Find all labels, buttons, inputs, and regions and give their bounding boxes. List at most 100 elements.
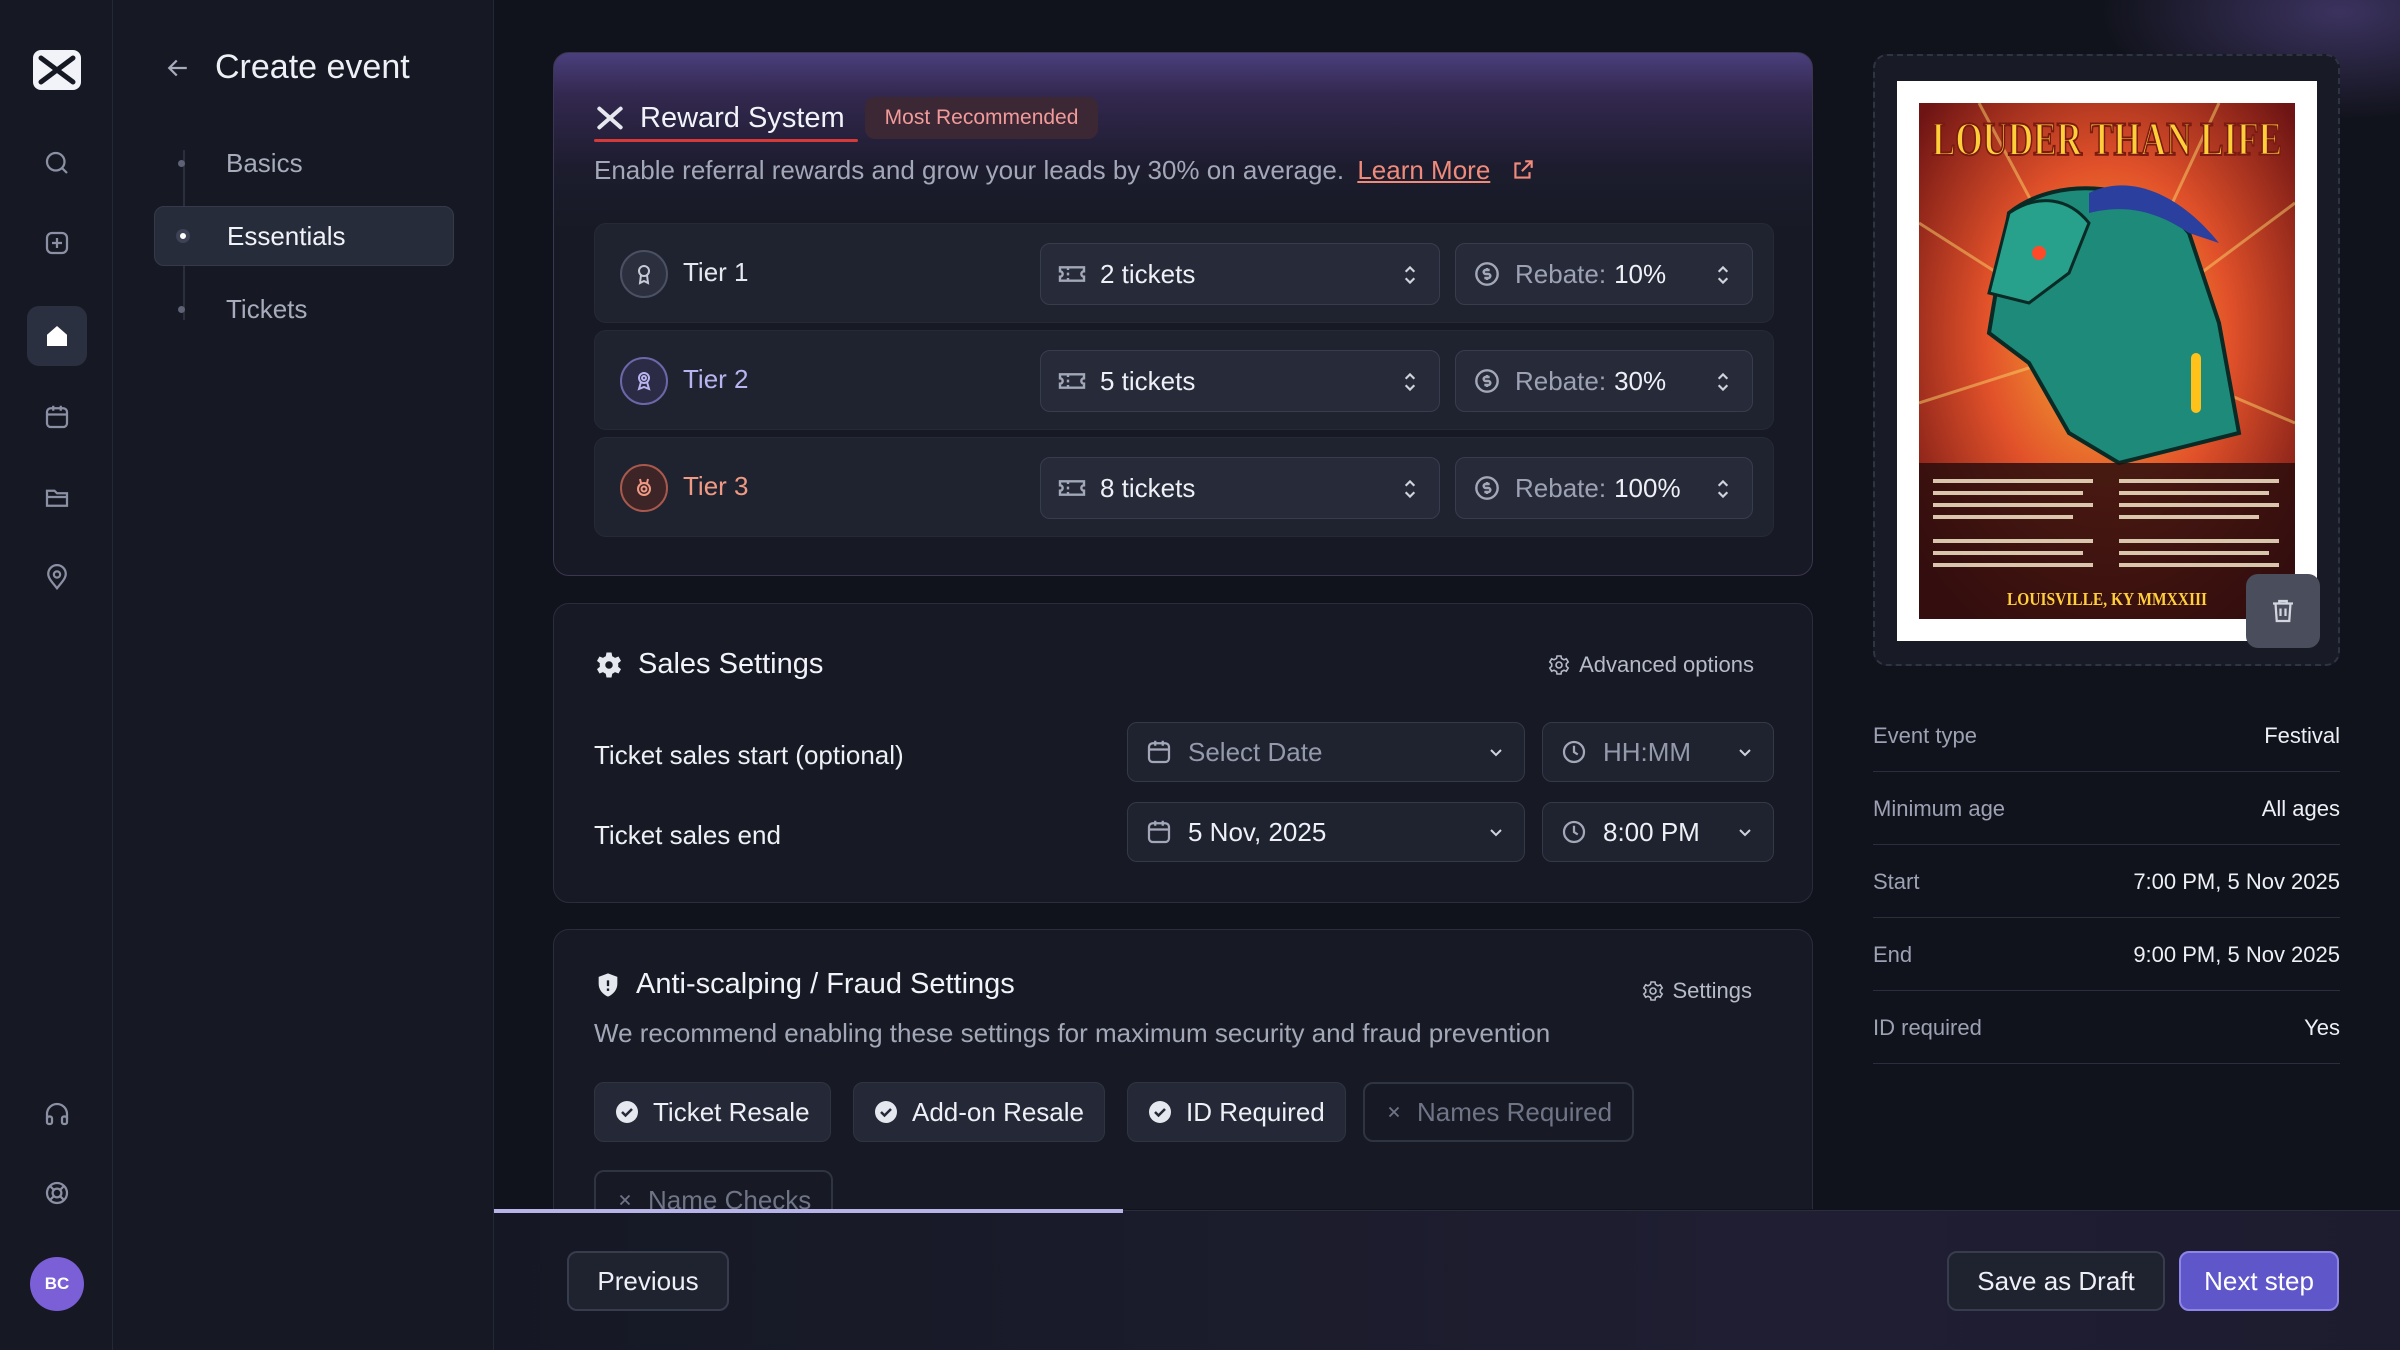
detail-row-event-type: Event type Festival xyxy=(1873,700,2340,772)
fraud-description: We recommend enabling these settings for… xyxy=(594,1018,1551,1048)
rebate-stepper[interactable]: Rebate: 30% xyxy=(1455,350,1753,412)
chevron-down-icon xyxy=(1739,749,1751,757)
rebate-label: Rebate: xyxy=(1515,472,1607,503)
poster-location-art: LOUISVILLE, KY MMXXIII xyxy=(2007,589,2207,609)
chip-addon-resale[interactable]: Add-on Resale xyxy=(853,1082,1105,1142)
lifebuoy-icon[interactable] xyxy=(27,1163,87,1223)
reward-description: Enable referral rewards and grow your le… xyxy=(594,155,1536,186)
fraud-settings-card: Anti-scalping / Fraud Settings Settings … xyxy=(553,929,1813,1230)
external-link-icon[interactable] xyxy=(1510,157,1536,183)
chevron-up-down-icon[interactable] xyxy=(1399,262,1421,288)
step-label: Essentials xyxy=(227,220,346,251)
tickets-stepper[interactable]: 8 tickets xyxy=(1040,457,1440,519)
next-step-button[interactable]: Next step xyxy=(2179,1251,2339,1311)
sales-start-time-select[interactable]: HH:MM xyxy=(1542,722,1774,782)
close-icon xyxy=(619,1194,631,1206)
chevron-up-down-icon[interactable] xyxy=(1399,476,1421,502)
close-icon xyxy=(1388,1106,1400,1118)
sales-start-label: Ticket sales start (optional) xyxy=(594,740,904,770)
tickets-value: 5 tickets xyxy=(1100,365,1196,396)
detail-value: Yes xyxy=(2304,1014,2340,1040)
tickets-stepper[interactable]: 2 tickets xyxy=(1040,243,1440,305)
tickets-value: 2 tickets xyxy=(1100,258,1196,289)
advanced-options-label: Advanced options xyxy=(1579,652,1754,677)
poster-title-art: LOUDER THAN LIFE xyxy=(1932,113,2282,166)
coin-icon xyxy=(1475,476,1499,500)
chip-ticket-resale[interactable]: Ticket Resale xyxy=(594,1082,831,1142)
advanced-options-button[interactable]: Advanced options xyxy=(1547,652,1754,678)
title-underline xyxy=(594,139,858,142)
delete-poster-button[interactable] xyxy=(2246,574,2320,648)
coin-icon xyxy=(1475,369,1499,393)
sales-end-date-value: 5 Nov, 2025 xyxy=(1188,816,1327,847)
tickets-stepper[interactable]: 5 tickets xyxy=(1040,350,1440,412)
fraud-settings-button[interactable]: Settings xyxy=(1641,978,1752,1004)
save-draft-button[interactable]: Save as Draft xyxy=(1947,1251,2165,1311)
tier-row: Tier 3 8 tickets Rebate: 100% xyxy=(594,437,1774,537)
award-icon xyxy=(620,250,668,298)
shield-icon xyxy=(598,972,618,997)
reward-description-text: Enable referral rewards and grow your le… xyxy=(594,155,1345,185)
step-tickets[interactable]: Tickets xyxy=(154,279,454,339)
gear-icon xyxy=(1548,655,1570,675)
chip-label: ID Required xyxy=(1186,1096,1325,1127)
sales-start-date-select[interactable]: Select Date xyxy=(1127,722,1525,782)
recommended-badge: Most Recommended xyxy=(864,97,1099,139)
chip-names-required[interactable]: Names Required xyxy=(1363,1082,1635,1142)
step-label: Basics xyxy=(226,147,303,178)
sales-start-date-value: Select Date xyxy=(1188,736,1323,767)
chevron-up-down-icon[interactable] xyxy=(1712,369,1734,395)
calendar-icon xyxy=(1147,740,1171,764)
chip-label: Names Required xyxy=(1417,1096,1613,1127)
step-basics[interactable]: Basics xyxy=(154,133,454,193)
badge-icon xyxy=(620,357,668,405)
back-arrow-icon[interactable] xyxy=(163,53,193,83)
sales-end-date-select[interactable]: 5 Nov, 2025 xyxy=(1127,802,1525,862)
headphones-icon[interactable] xyxy=(27,1084,87,1144)
previous-button[interactable]: Previous xyxy=(567,1251,729,1311)
tier-label: Tier 2 xyxy=(683,364,749,394)
chip-label: Ticket Resale xyxy=(653,1096,810,1127)
sales-end-time-value: 8:00 PM xyxy=(1603,816,1700,847)
search-icon[interactable] xyxy=(27,133,87,193)
rebate-stepper[interactable]: Rebate: 100% xyxy=(1455,457,1753,519)
rebate-value: 30% xyxy=(1614,365,1667,396)
ticket-icon xyxy=(1058,266,1086,282)
steps-header: Create event xyxy=(163,48,410,87)
check-circle-icon xyxy=(1149,1101,1171,1123)
tier-row: Tier 2 5 tickets Rebate: 30% xyxy=(594,330,1774,430)
reward-header: Reward System Most Recommended xyxy=(594,97,1099,139)
chevron-up-down-icon[interactable] xyxy=(1712,262,1734,288)
plus-square-icon[interactable] xyxy=(27,213,87,273)
detail-key: Minimum age xyxy=(1873,795,2006,821)
tier-row: Tier 1 2 tickets Rebate: 10% xyxy=(594,223,1774,323)
chevron-up-down-icon[interactable] xyxy=(1399,369,1421,395)
calendar-icon xyxy=(1147,820,1171,844)
chevron-up-down-icon[interactable] xyxy=(1712,476,1734,502)
location-pin-icon[interactable] xyxy=(27,547,87,607)
step-label: Tickets xyxy=(226,293,308,324)
chevron-down-icon xyxy=(1490,829,1502,837)
sales-end-time-select[interactable]: 8:00 PM xyxy=(1542,802,1774,862)
fraud-header: Anti-scalping / Fraud Settings xyxy=(594,968,1015,1001)
step-dot-active xyxy=(176,229,190,243)
logo-icon[interactable] xyxy=(33,50,81,90)
calendar-icon[interactable] xyxy=(27,387,87,447)
rebate-stepper[interactable]: Rebate: 10% xyxy=(1455,243,1753,305)
chip-id-required[interactable]: ID Required xyxy=(1127,1082,1346,1142)
detail-value: All ages xyxy=(2261,795,2340,821)
folder-icon[interactable] xyxy=(27,467,87,527)
avatar[interactable]: BC xyxy=(30,1257,84,1311)
chip-label: Add-on Resale xyxy=(912,1096,1084,1127)
home-icon[interactable] xyxy=(27,306,87,366)
tickets-value: 8 tickets xyxy=(1100,472,1196,503)
ticket-icon xyxy=(1058,373,1086,389)
icon-rail: BC xyxy=(0,0,113,1350)
sales-title: Sales Settings xyxy=(638,648,824,680)
rebate-value: 100% xyxy=(1614,472,1681,503)
check-circle-icon xyxy=(875,1101,897,1123)
sales-settings-card: Sales Settings Advanced options Ticket s… xyxy=(553,603,1813,903)
step-essentials[interactable]: Essentials xyxy=(154,206,454,266)
coin-icon xyxy=(1475,262,1499,286)
learn-more-link[interactable]: Learn More xyxy=(1357,155,1490,185)
